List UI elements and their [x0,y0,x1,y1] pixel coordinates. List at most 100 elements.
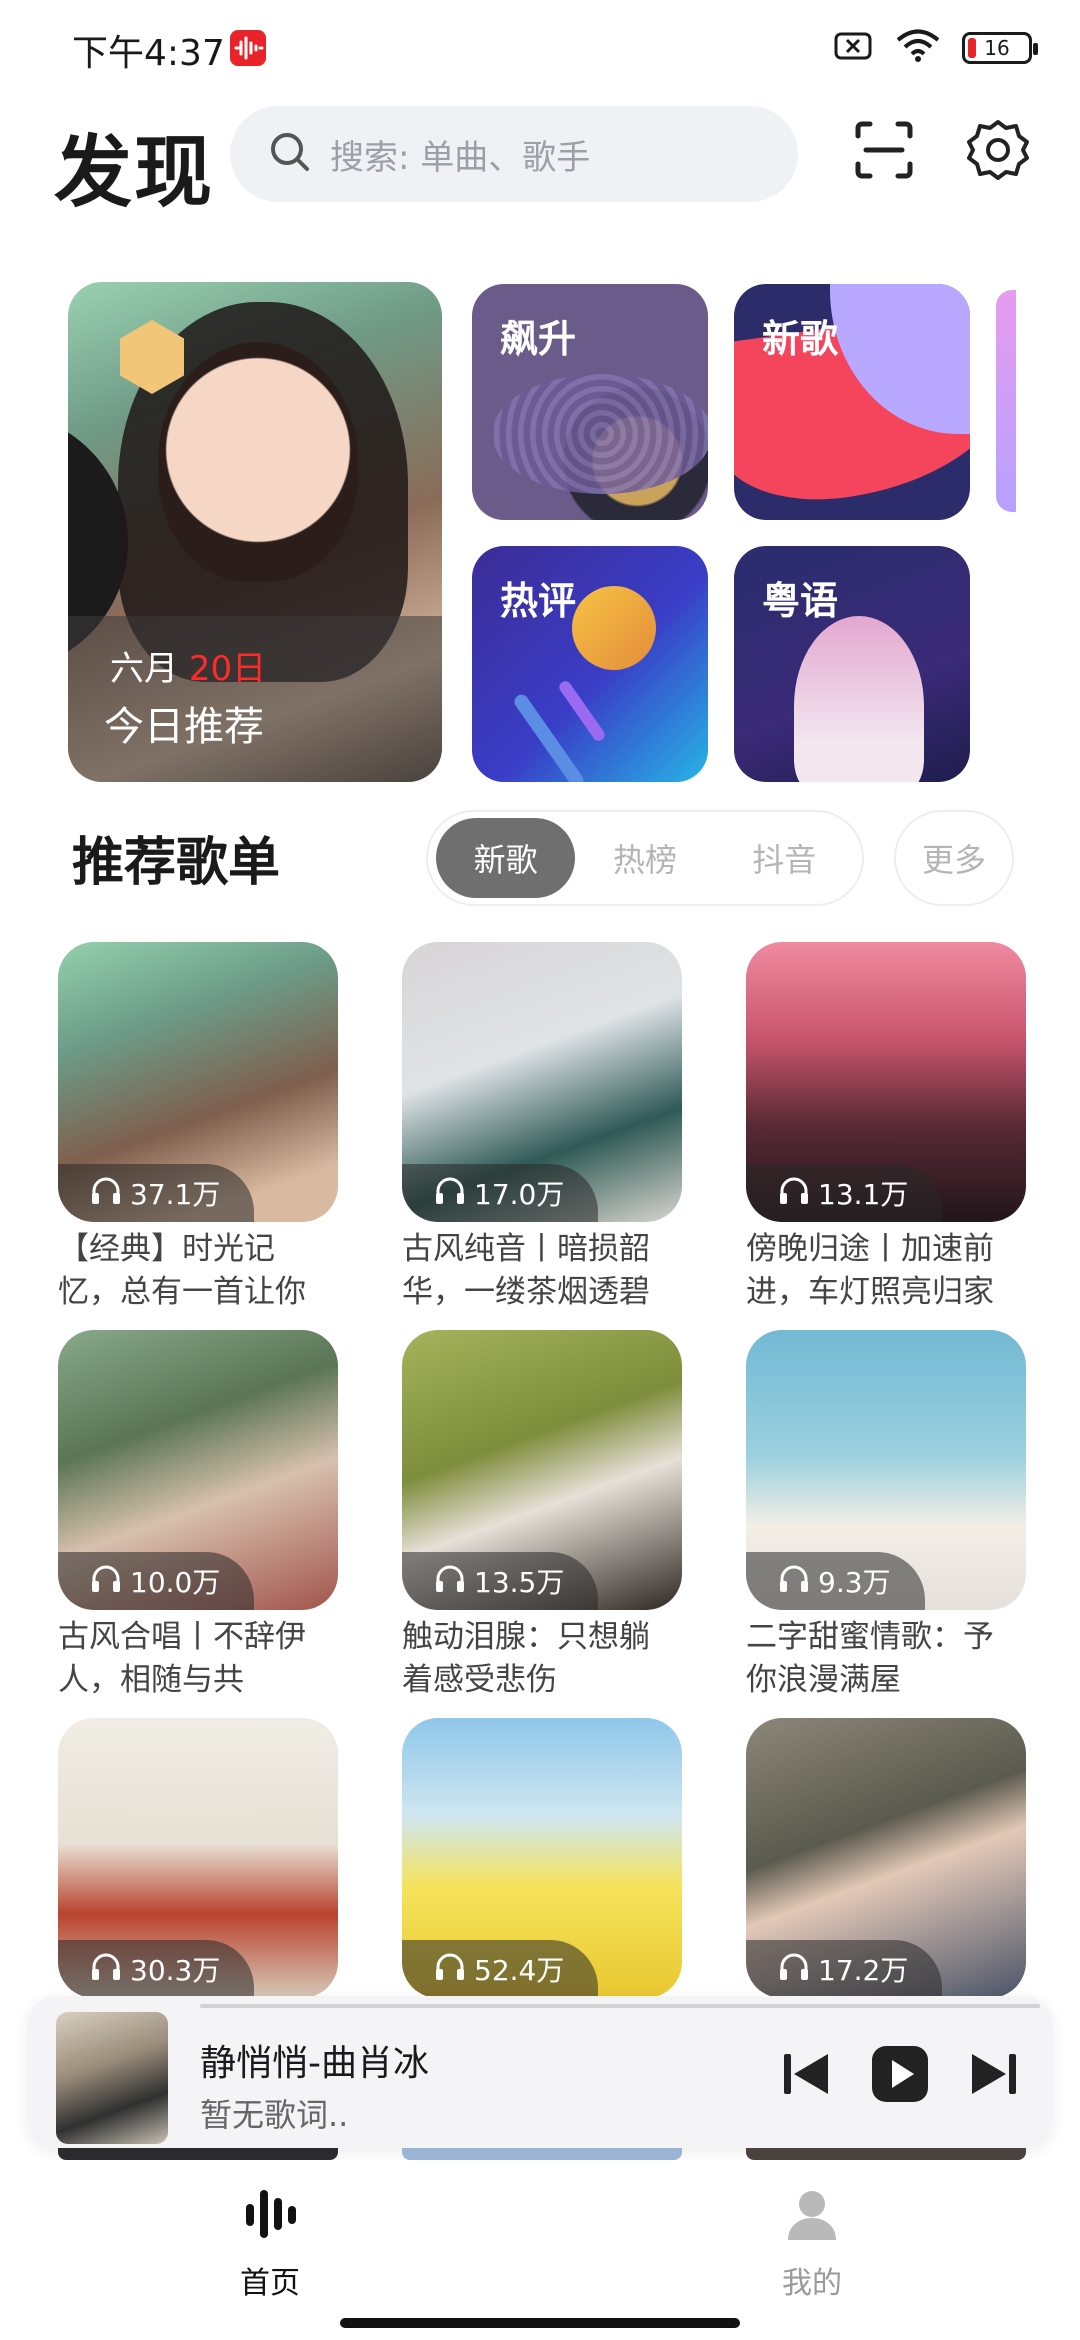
turntable-icon [492,374,708,494]
headphones-icon [434,1563,466,1600]
playlist-cover[interactable]: 10.0万 [58,1330,338,1610]
headphones-icon [434,1951,466,1988]
wifi-icon [896,29,940,67]
bottom-nav: 首页 我的 [0,2160,1080,2340]
page-title: 发现 [54,128,215,218]
next-track-icon[interactable] [962,2042,1026,2106]
user-icon [782,2184,842,2248]
section-title: 推荐歌单 [72,833,281,893]
play-count-badge: 37.1万 [58,1164,255,1222]
playlist-tabs: 新歌 热榜 抖音 [426,810,864,906]
playlist-card[interactable]: 52.4万 [402,1718,682,1998]
daily-recommend-card[interactable]: 六月 20日 今日推荐 [68,282,442,782]
nav-mine[interactable]: 我的 [712,2184,912,2302]
tile-label: 粤语 [762,579,839,623]
tile-cantonese[interactable]: 粤语 [734,546,970,782]
headphones-icon [90,1175,122,1212]
playlist-cover[interactable]: 13.5万 [402,1330,682,1610]
playlist-card[interactable]: 30.3万 [58,1718,338,1998]
play-icon[interactable] [868,2042,932,2106]
playlist-cover[interactable]: 13.1万 [746,942,1026,1222]
playlist-name: 二字甜蜜情歌：予你浪漫满屋 [746,1619,994,1698]
playlist-name: 触动泪腺：只想躺着感受悲伤 [402,1619,650,1698]
playlist-card[interactable]: 17.2万 [746,1718,1026,1998]
battery-level: 16 [984,36,1010,60]
tab-new[interactable]: 新歌 [436,818,576,898]
playlist-name: 【经典】时光记忆，总有一首让你 [58,1231,306,1310]
scan-icon[interactable] [852,118,916,182]
search-icon [268,130,312,178]
daily-date: 六月 20日 [110,641,266,690]
playlist-card[interactable]: 37.1万【经典】时光记忆，总有一首让你 [58,942,338,1314]
play-count: 13.5万 [474,1566,565,1599]
mini-player[interactable]: 静悄悄-曲肖冰 暂无歌词.. [28,1996,1052,2148]
header: 发现 搜索: 单曲、歌手 [0,100,1080,218]
playlist-cover[interactable]: 37.1万 [58,942,338,1222]
tile-label: 热评 [500,579,577,623]
tab-hot[interactable]: 热榜 [575,818,714,898]
playlist-cover[interactable]: 30.3万 [58,1718,338,1998]
play-count: 30.3万 [130,1954,221,1987]
play-count: 9.3万 [818,1566,891,1599]
headphones-icon [778,1175,810,1212]
tab-douyin[interactable]: 抖音 [715,818,854,898]
play-count-badge: 17.0万 [402,1164,599,1222]
now-playing-cover[interactable] [56,2012,168,2144]
playlist-card[interactable]: 9.3万二字甜蜜情歌：予你浪漫满屋 [746,1330,1026,1702]
search-input[interactable]: 搜索: 单曲、歌手 [230,106,798,202]
settings-icon[interactable] [966,118,1030,182]
playlist-cover[interactable]: 9.3万 [746,1330,1026,1610]
play-count-badge: 10.0万 [58,1552,255,1610]
playback-progress[interactable] [200,2004,1040,2008]
playlist-name: 傍晚归途丨加速前进，车灯照亮归家 [746,1231,994,1310]
status-bar: 下午4:37 16 [0,0,1080,96]
headphones-icon [778,1951,810,1988]
headphones-icon [90,1951,122,1988]
status-time: 下午4:37 [72,33,225,74]
more-button[interactable]: 更多 [894,810,1014,906]
battery-icon: 16 [962,32,1038,64]
tile-new-songs[interactable]: 新歌 [734,284,970,520]
home-indicator[interactable] [340,2318,740,2328]
daily-label: 今日推荐 [104,704,264,750]
nav-mine-label: 我的 [782,2266,842,2301]
playlist-cover[interactable]: 52.4万 [402,1718,682,1998]
play-count: 17.2万 [818,1954,909,1987]
now-playing-lyric: 暂无歌词.. [200,2096,349,2134]
previous-track-icon[interactable] [774,2042,838,2106]
playlist-card[interactable]: 10.0万古风合唱丨不辞伊人，相随与共 [58,1330,338,1702]
playlist-card[interactable]: 13.5万触动泪腺：只想躺着感受悲伤 [402,1330,682,1702]
playlist-name: 古风纯音丨暗损韶华，一缕茶烟透碧 [402,1231,650,1310]
playlist-card[interactable]: 13.1万傍晚归途丨加速前进，车灯照亮归家 [746,942,1026,1314]
play-count-badge: 9.3万 [746,1552,925,1610]
play-count-badge: 13.5万 [402,1552,599,1610]
nav-home[interactable]: 首页 [170,2184,370,2302]
tile-next-peek[interactable] [996,290,1016,512]
playlist-name: 古风合唱丨不辞伊人，相随与共 [58,1619,306,1698]
playlist-cover[interactable]: 17.0万 [402,942,682,1222]
tile-label: 飙升 [500,317,577,361]
playlist-cover[interactable]: 17.2万 [746,1718,1026,1998]
headphones-icon [434,1175,466,1212]
tile-hot-comments[interactable]: 热评 [472,546,708,782]
play-count: 52.4万 [474,1954,565,1987]
play-count: 10.0万 [130,1566,221,1599]
play-count: 13.1万 [818,1178,909,1211]
sim-blocked-icon [834,30,874,66]
play-count: 17.0万 [474,1178,565,1211]
headphones-icon [90,1563,122,1600]
tile-rising-chart[interactable]: 飙升 [472,284,708,520]
play-count-badge: 13.1万 [746,1164,943,1222]
headphones-icon [778,1563,810,1600]
recording-indicator-icon [230,30,266,66]
now-playing-title: 静悄悄-曲肖冰 [200,2043,429,2084]
play-count: 37.1万 [130,1178,221,1211]
tile-label: 新歌 [762,317,839,361]
nav-home-label: 首页 [240,2266,300,2301]
playlist-card[interactable]: 17.0万古风纯音丨暗损韶华，一缕茶烟透碧 [402,942,682,1314]
play-count-badge: 30.3万 [58,1940,255,1998]
play-count-badge: 17.2万 [746,1940,943,1998]
play-count-badge: 52.4万 [402,1940,599,1998]
home-icon [240,2184,300,2248]
search-placeholder: 搜索: 单曲、歌手 [330,137,591,178]
